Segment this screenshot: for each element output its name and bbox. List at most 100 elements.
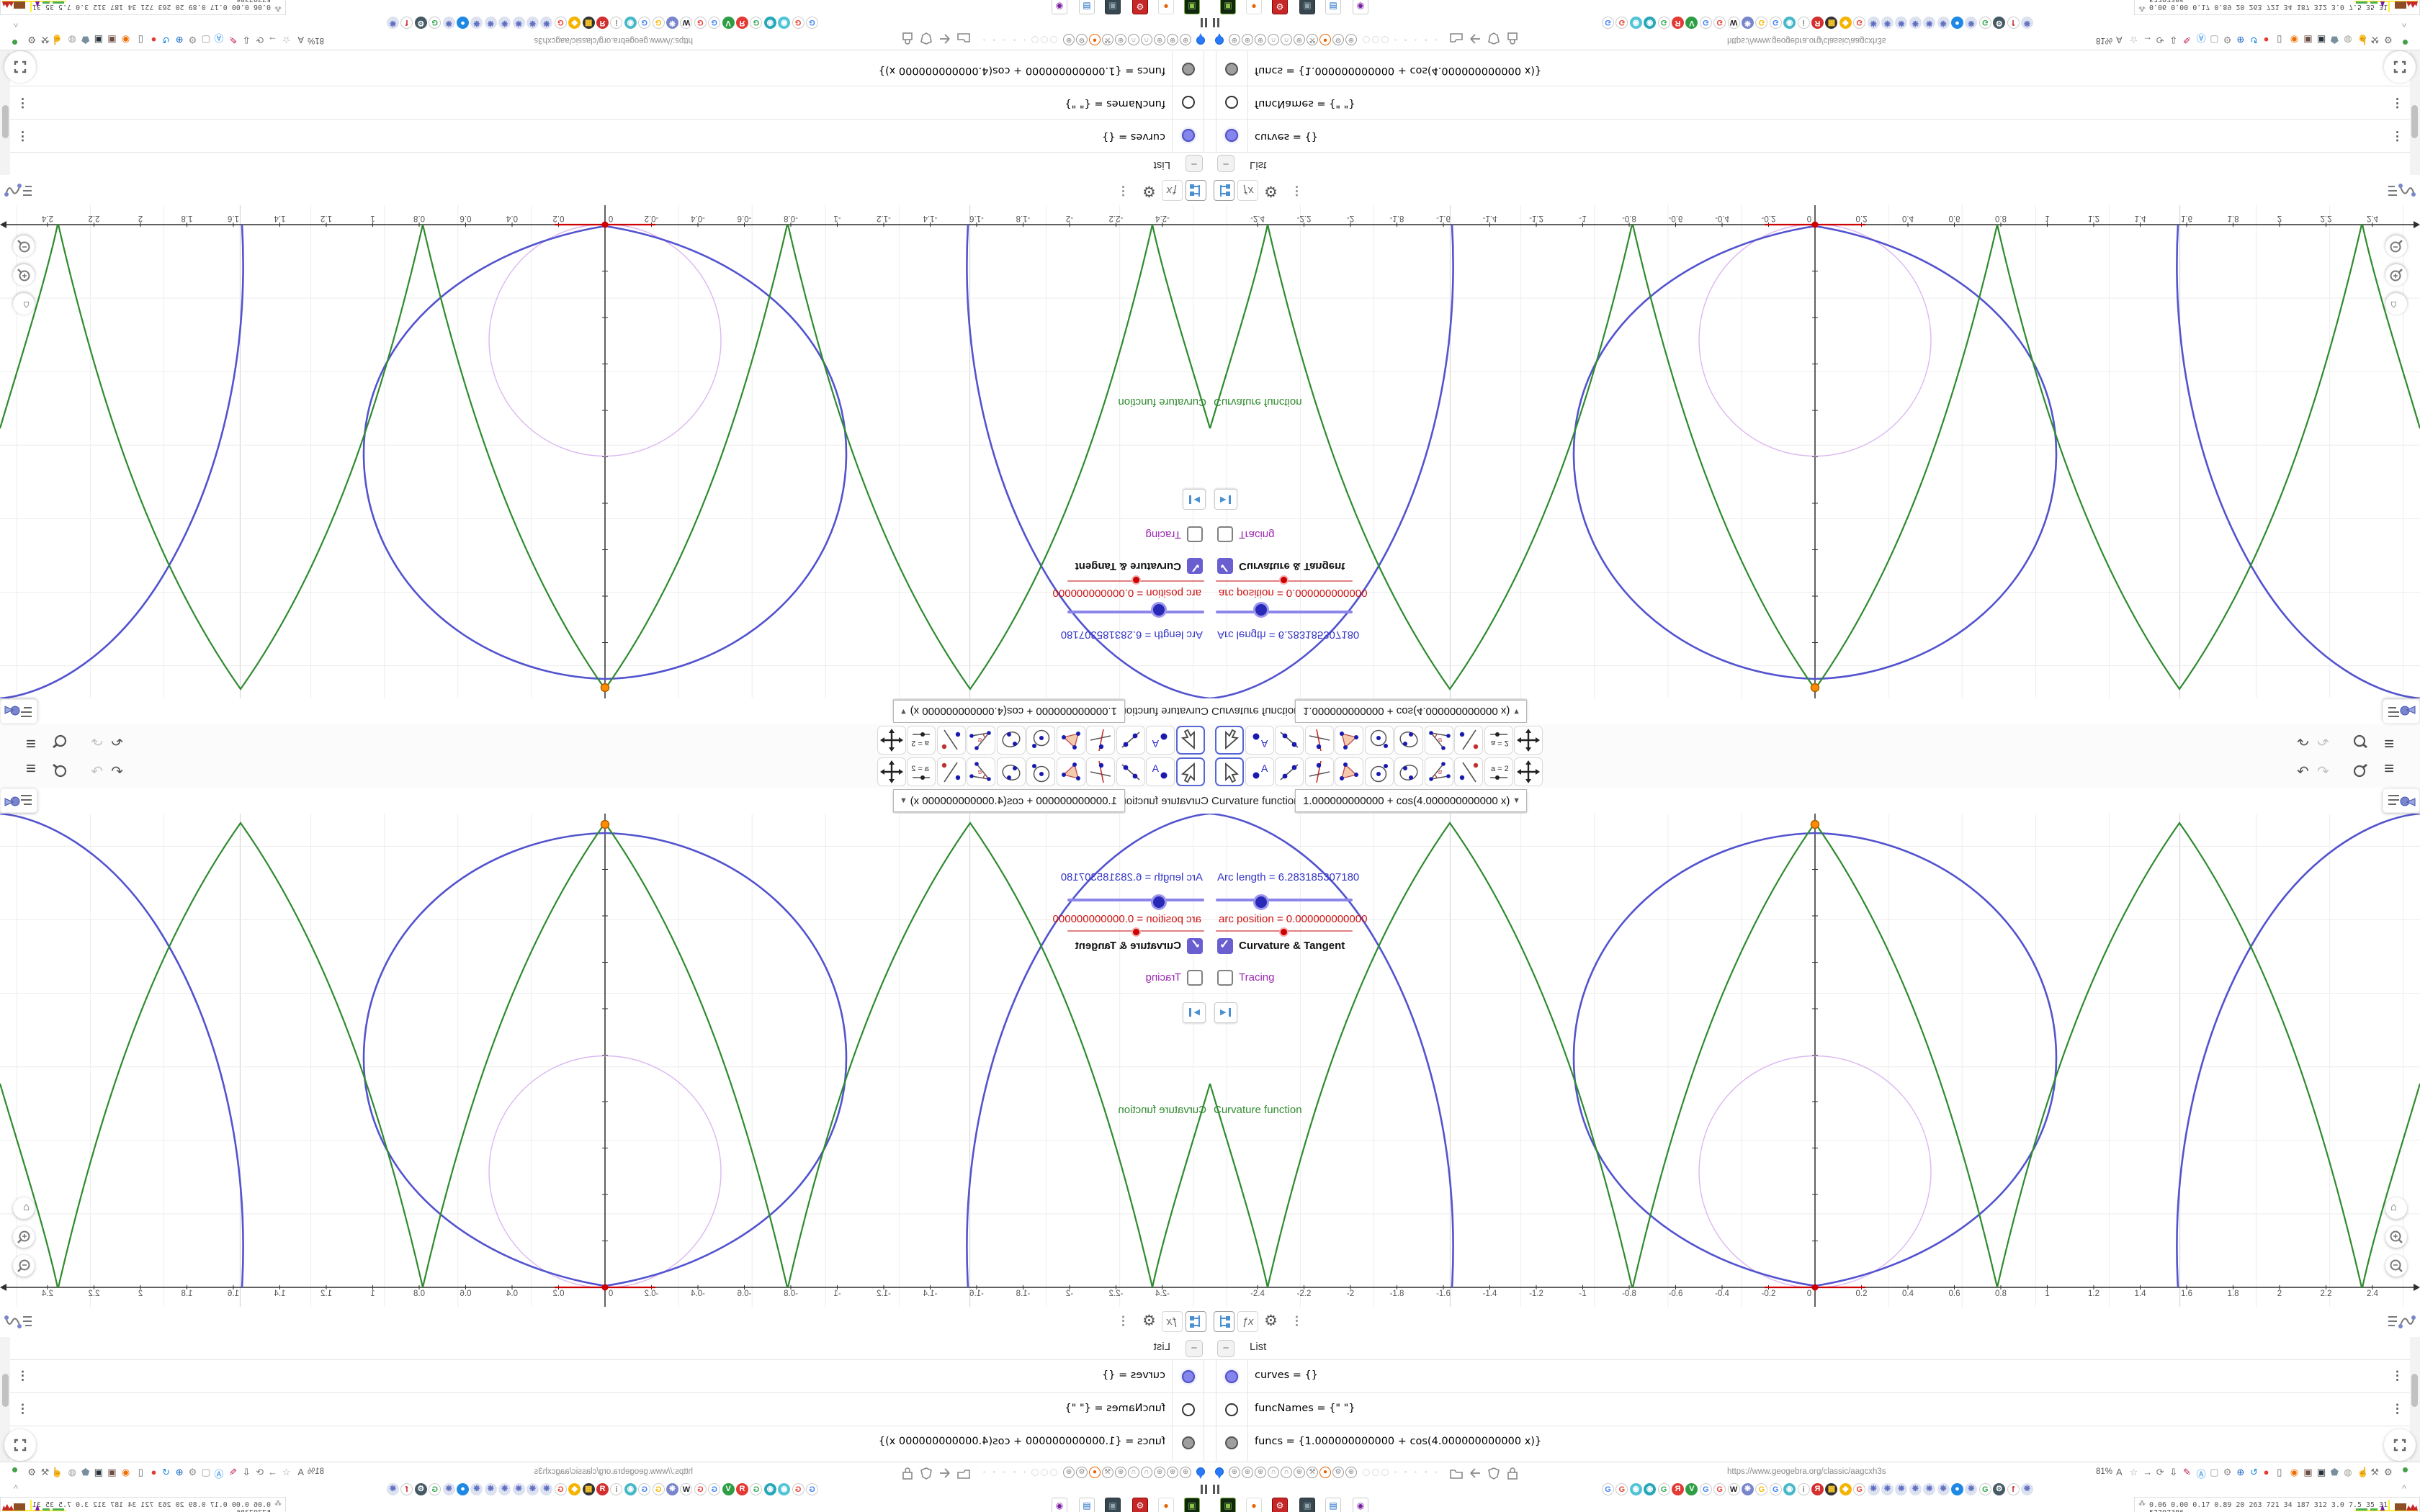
app-icon-floppy-64[interactable]: ▤	[1079, 0, 1095, 14]
favicon[interactable]: V	[1685, 17, 1698, 29]
extension-globe-icon[interactable]: ⊕	[1063, 1467, 1075, 1478]
favicon[interactable]: G	[694, 1483, 707, 1495]
redo-icon[interactable]: ↷	[2317, 732, 2329, 749]
app-icon-terminal[interactable]: ▣	[1220, 1498, 1236, 1512]
address-icon[interactable]: ⚙	[27, 34, 36, 45]
favicon[interactable]: ❋	[526, 17, 539, 29]
address-icon[interactable]: ⇩	[243, 34, 251, 45]
tool-reflect[interactable]	[937, 757, 966, 786]
favicon[interactable]: ◉	[1783, 1483, 1796, 1495]
stylebar-kebab-icon[interactable]: ⋮	[1291, 1314, 1303, 1328]
extension-wrench-icon[interactable]: ⚒	[1307, 34, 1318, 45]
extension-globe-icon[interactable]: ⊕	[1180, 1467, 1191, 1478]
gear-icon[interactable]: ⚙	[1260, 180, 1281, 201]
tool-slider[interactable]: a = 2	[907, 757, 936, 786]
extension-globe-icon[interactable]: ⊕	[1115, 1467, 1126, 1478]
tool-move[interactable]	[1176, 726, 1205, 755]
address-icon[interactable]: ⊕	[176, 1467, 184, 1478]
address-icon[interactable]: ▣	[2303, 1467, 2312, 1478]
address-icon[interactable]: A	[2116, 1467, 2123, 1477]
favicon[interactable]: ●	[1951, 17, 1963, 29]
address-icon[interactable]: ⇩	[243, 1467, 251, 1478]
address-icon[interactable]: ▯	[138, 1467, 143, 1478]
arc-length-slider[interactable]	[1216, 899, 1353, 901]
app-icon-purple-app[interactable]: ◉	[1353, 1498, 1368, 1512]
undo-icon[interactable]: ↶	[2297, 763, 2309, 780]
graphics-stylebar-toggle[interactable]	[2383, 699, 2420, 724]
tree-view-icon[interactable]	[1186, 1311, 1206, 1332]
favicon[interactable]: ❋	[2021, 1483, 2033, 1495]
favicon[interactable]: ▦	[582, 17, 595, 29]
algebra-row-funcs[interactable]: funcs = {1.000000000000 + cos(4.00000000…	[1210, 1426, 2420, 1459]
address-icon[interactable]: ⚙	[2223, 1467, 2232, 1478]
favicon[interactable]: ❋	[526, 1483, 539, 1495]
favicon[interactable]: ◆	[568, 17, 581, 29]
address-icon[interactable]: ✎	[2183, 34, 2191, 45]
zoom-search-icon[interactable]	[50, 762, 68, 783]
graphics-view[interactable]: -2.4 -2.2 -2 -1.8 -1.6 -1.4 -1.2 -1 -0.8 -0.6 -0.4…	[1210, 814, 2420, 1307]
address-icon[interactable]: ↺	[2250, 34, 2258, 45]
favicon[interactable]: ❋	[1895, 1483, 1908, 1495]
row-kebab-icon[interactable]: ⋮	[17, 96, 29, 110]
tool-conic[interactable]	[1394, 726, 1423, 755]
extension-globe-icon[interactable]: ⊕	[1229, 1467, 1240, 1478]
folder-icon[interactable]	[1449, 29, 1464, 45]
zoom-out-button[interactable]	[13, 235, 35, 257]
address-icon[interactable]: ◍	[2344, 34, 2352, 45]
address-icon[interactable]: A	[297, 35, 304, 45]
curvature-tangent-checkbox[interactable]: ✓	[1187, 937, 1203, 954]
app-icon-firefox[interactable]: ●	[1158, 0, 1174, 14]
app-icon-terminal[interactable]: ▣	[1184, 1498, 1200, 1512]
favicon[interactable]: ❋	[387, 17, 399, 29]
favicon[interactable]: V	[722, 17, 735, 29]
arc-length-knob[interactable]	[1253, 894, 1269, 910]
algebra-row-funcnames[interactable]: funcNames = {" "} ⋮	[1210, 86, 2420, 120]
algebra-row-curves[interactable]: curves = {} ⋮	[1210, 1359, 2420, 1393]
favicon[interactable]: ◆	[1839, 17, 1852, 29]
arc-position-knob[interactable]	[1279, 927, 1289, 937]
tool-point[interactable]: A	[1146, 757, 1175, 786]
favicon[interactable]: Я	[1672, 17, 1684, 29]
tool-angle[interactable]: α	[1424, 757, 1453, 786]
zoom-search-icon[interactable]	[2352, 762, 2370, 783]
favicon[interactable]: Я	[1811, 1483, 1824, 1495]
zoom-in-button[interactable]	[13, 1226, 35, 1248]
favicon[interactable]: G	[1853, 1483, 1866, 1495]
app-icon-firefox[interactable]: ●	[1246, 1498, 1262, 1512]
favicon[interactable]: ❋	[540, 17, 553, 29]
app-icon-monitor[interactable]: ▣	[1299, 1498, 1315, 1512]
favicon[interactable]: ❋	[1937, 17, 1950, 29]
extension-globe-icon[interactable]: ⊕	[1167, 34, 1178, 45]
favicon[interactable]: G	[1769, 17, 1782, 29]
tool-slider[interactable]: a = 2	[1484, 726, 1513, 755]
lock-icon[interactable]	[900, 29, 915, 45]
extension-globe-icon[interactable]: ⊕	[1242, 1467, 1253, 1478]
address-icon[interactable]: ⬟	[81, 34, 89, 45]
arc-position-knob[interactable]	[1131, 927, 1141, 937]
favicon[interactable]: ❋	[1867, 1483, 1880, 1495]
tracing-checkbox[interactable]	[1187, 526, 1203, 542]
zoom-level[interactable]: 81%	[308, 36, 324, 45]
favicon[interactable]: ❋	[666, 1483, 678, 1495]
favicon[interactable]: ●	[457, 1483, 469, 1495]
favicon[interactable]: Я	[1811, 17, 1824, 29]
favicon[interactable]: ▦	[1825, 17, 1838, 29]
app-icon-terminal[interactable]: ▣	[1184, 0, 1200, 14]
stylebar-kebab-icon[interactable]: ⋮	[1117, 1314, 1129, 1328]
address-icon[interactable]: ▢	[202, 1467, 210, 1478]
favicon[interactable]: G	[806, 1483, 818, 1495]
tool-reflect[interactable]	[1454, 726, 1483, 755]
favicon[interactable]: f	[2007, 1483, 2020, 1495]
pin-icon[interactable]	[1214, 29, 1225, 45]
address-icon[interactable]: ▣	[94, 1467, 103, 1478]
favicon[interactable]: ❋	[1881, 1483, 1894, 1495]
extension-hook-icon[interactable]: ∩	[1268, 34, 1279, 45]
graphics-stylebar-toggle[interactable]	[0, 699, 37, 724]
app-icon-floppy-64[interactable]: ▤	[1079, 1498, 1095, 1512]
tool-line[interactable]	[1275, 726, 1304, 755]
gear-icon[interactable]: ⚙	[1260, 1311, 1281, 1332]
algebra-row-curves[interactable]: curves = {} ⋮	[0, 1359, 1210, 1393]
favicon[interactable]: G	[1699, 1483, 1712, 1495]
chevron-up-icon[interactable]: ^	[14, 18, 18, 29]
favicon[interactable]: ❋	[470, 17, 483, 29]
